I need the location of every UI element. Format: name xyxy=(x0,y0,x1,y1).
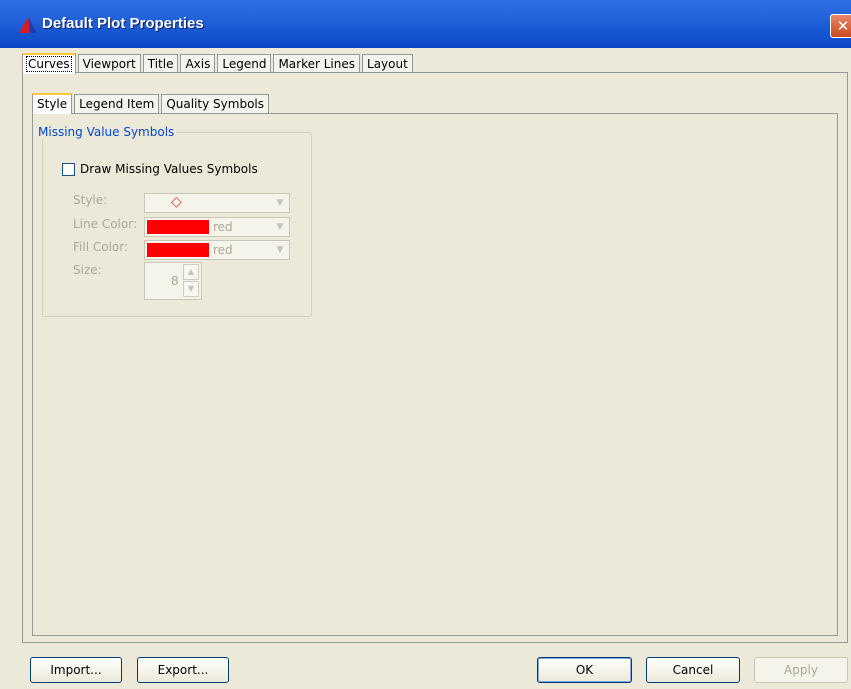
size-spinner[interactable]: 8 ▲ ▼ xyxy=(144,262,202,300)
tab-marker-lines[interactable]: Marker Lines xyxy=(273,54,361,73)
title-bar: Default Plot Properties ✕ xyxy=(0,0,851,48)
chevron-down-icon: ▼ xyxy=(276,222,284,232)
sub-tab-strip: Style Legend Item Quality Symbols xyxy=(32,92,271,114)
line-color-label: Line Color: xyxy=(73,217,137,231)
tab-layout[interactable]: Layout xyxy=(362,54,413,73)
draw-missing-values-checkbox[interactable] xyxy=(62,163,75,176)
line-color-swatch xyxy=(147,220,209,234)
main-tab-strip: Curves Viewport Title Axis Legend Marker… xyxy=(22,52,415,74)
export-button[interactable]: Export... xyxy=(137,657,229,683)
tab-title[interactable]: Title xyxy=(142,54,179,73)
apply-button[interactable]: Apply xyxy=(754,657,848,683)
app-icon xyxy=(19,17,37,33)
style-label: Style: xyxy=(73,193,108,207)
spin-up-icon[interactable]: ▲ xyxy=(183,264,199,280)
fill-color-swatch xyxy=(147,243,209,257)
style-select[interactable]: ◇ ▼ xyxy=(144,193,290,213)
tab-curves[interactable]: Curves xyxy=(22,53,76,74)
tab-legend-item[interactable]: Legend Item xyxy=(74,94,160,113)
line-color-select[interactable]: red ▼ xyxy=(144,217,290,237)
cancel-button[interactable]: Cancel xyxy=(646,657,740,683)
close-icon: ✕ xyxy=(836,17,850,35)
window-title: Default Plot Properties xyxy=(42,15,204,32)
import-button[interactable]: Import... xyxy=(30,657,122,683)
chevron-down-icon: ▼ xyxy=(276,198,284,208)
line-color-value: red xyxy=(213,220,233,234)
close-button[interactable]: ✕ xyxy=(830,14,851,38)
diamond-symbol-icon: ◇ xyxy=(171,194,182,210)
fill-color-label: Fill Color: xyxy=(73,240,129,254)
tab-style[interactable]: Style xyxy=(32,93,73,114)
size-label: Size: xyxy=(73,263,102,277)
spin-down-icon[interactable]: ▼ xyxy=(183,281,199,297)
group-title: Missing Value Symbols xyxy=(36,125,177,139)
tab-axis[interactable]: Axis xyxy=(180,54,216,73)
tab-legend[interactable]: Legend xyxy=(217,54,272,73)
size-value: 8 xyxy=(171,274,179,288)
fill-color-select[interactable]: red ▼ xyxy=(144,240,290,260)
tab-viewport[interactable]: Viewport xyxy=(77,54,141,73)
ok-button[interactable]: OK xyxy=(537,657,632,683)
tab-quality-symbols[interactable]: Quality Symbols xyxy=(161,94,270,113)
chevron-down-icon: ▼ xyxy=(276,245,284,255)
fill-color-value: red xyxy=(213,243,233,257)
draw-missing-values-label[interactable]: Draw Missing Values Symbols xyxy=(80,162,258,176)
